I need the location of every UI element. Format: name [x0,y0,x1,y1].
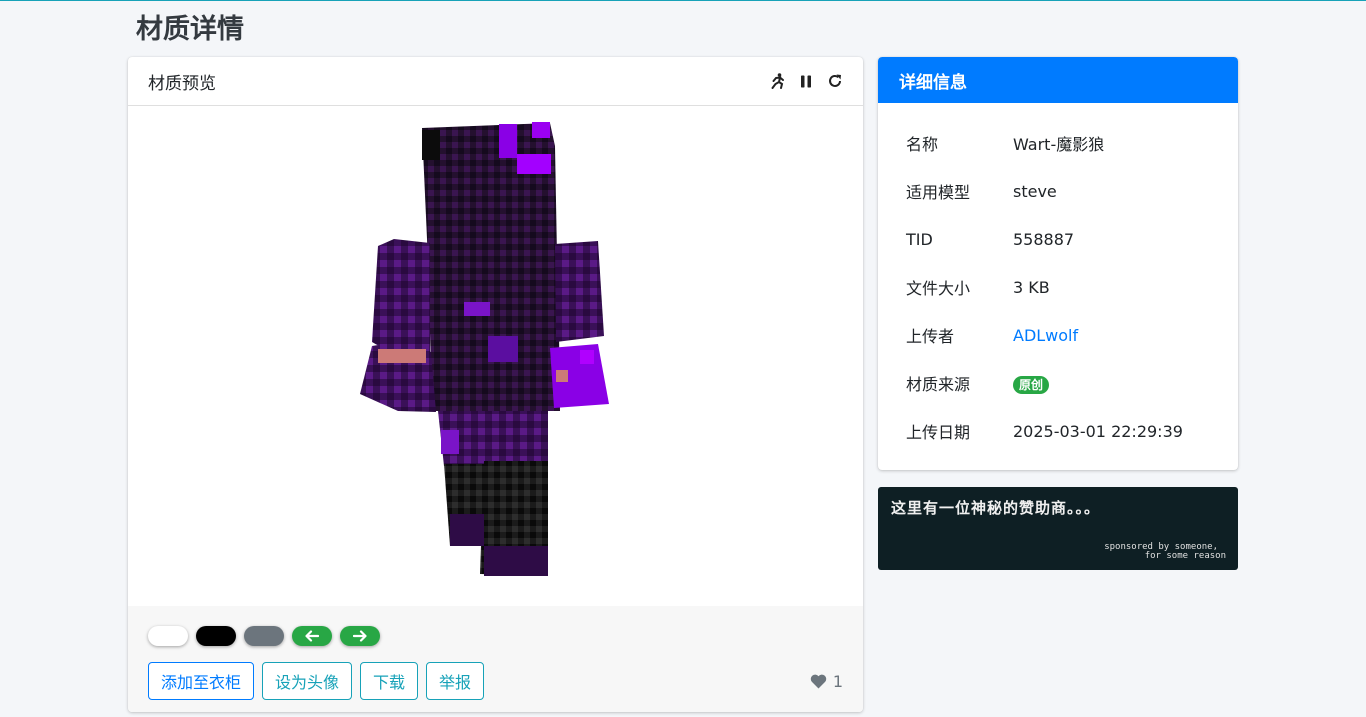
details-header: 详细信息 [878,57,1238,103]
bg-white-button[interactable] [148,626,188,646]
running-icon[interactable] [769,73,785,89]
preview-tools [769,73,843,89]
sponsor-small-line2: for some reason [1144,551,1226,561]
detail-value: steve [1013,181,1057,201]
page-title: 材质详情 [136,14,244,45]
details-card: 详细信息 名称 Wart-魔影狼 适用模型 steve TID 558887 文… [878,57,1238,470]
source-badge: 原创 [1013,375,1050,394]
like-button[interactable]: 1 [810,672,843,691]
prev-bg-button[interactable] [292,626,332,646]
detail-row-date: 上传日期 2025-03-01 22:29:39 [906,407,1210,455]
detail-label: 适用模型 [906,183,971,202]
sponsor-text: 这里有一位神秘的赞助商。。。 [891,499,1101,517]
next-bg-button[interactable] [340,626,380,646]
background-selector [148,626,843,646]
skin-model [360,122,609,576]
detail-label: 名称 [906,135,939,154]
details-body: 名称 Wart-魔影狼 适用模型 steve TID 558887 文件大小 3… [878,103,1238,455]
detail-value: 原创 [1013,374,1050,394]
preview-footer: 添加至衣柜 设为头像 下载 举报 1 [128,606,863,712]
heart-icon [810,674,827,688]
detail-label: 材质来源 [906,375,971,394]
detail-label: 上传日期 [906,423,971,442]
preview-title: 材质预览 [148,73,216,94]
detail-row-size: 文件大小 3 KB [906,263,1210,311]
action-bar: 添加至衣柜 设为头像 下载 举报 1 [148,662,843,700]
detail-row-tid: TID 558887 [906,215,1210,263]
detail-row-source: 材质来源 原创 [906,359,1210,407]
detail-row-name: 名称 Wart-魔影狼 [906,119,1210,167]
detail-value: 2025-03-01 22:29:39 [1013,421,1183,441]
like-count: 1 [832,671,843,691]
detail-value: 558887 [1013,229,1075,249]
uploader-link[interactable]: ADLwolf [1013,326,1078,345]
arrow-left-icon [305,630,319,642]
detail-label: 文件大小 [906,279,971,298]
pause-icon[interactable] [798,73,814,89]
detail-value: 3 KB [1013,277,1050,297]
detail-label: 上传者 [906,327,955,346]
report-button[interactable]: 举报 [426,662,485,700]
set-avatar-button[interactable]: 设为头像 [262,662,353,700]
detail-value: Wart-魔影狼 [1013,135,1105,154]
add-to-closet-button[interactable]: 添加至衣柜 [148,662,255,700]
detail-row-uploader: 上传者 ADLwolf [906,311,1210,359]
bg-gray-button[interactable] [244,626,284,646]
skin-viewer[interactable] [128,106,863,606]
preview-card: 材质预览 添加至衣柜 设为头像 下载 举报 1 [128,57,863,712]
download-button[interactable]: 下载 [360,662,419,700]
sponsor-banner[interactable]: 这里有一位神秘的赞助商。。。 sponsored by someone, for… [878,487,1238,570]
arrow-right-icon [353,630,367,642]
detail-row-model: 适用模型 steve [906,167,1210,215]
bg-black-button[interactable] [196,626,236,646]
detail-label: TID [906,229,933,249]
reset-icon[interactable] [827,73,843,89]
preview-header: 材质预览 [128,57,863,106]
